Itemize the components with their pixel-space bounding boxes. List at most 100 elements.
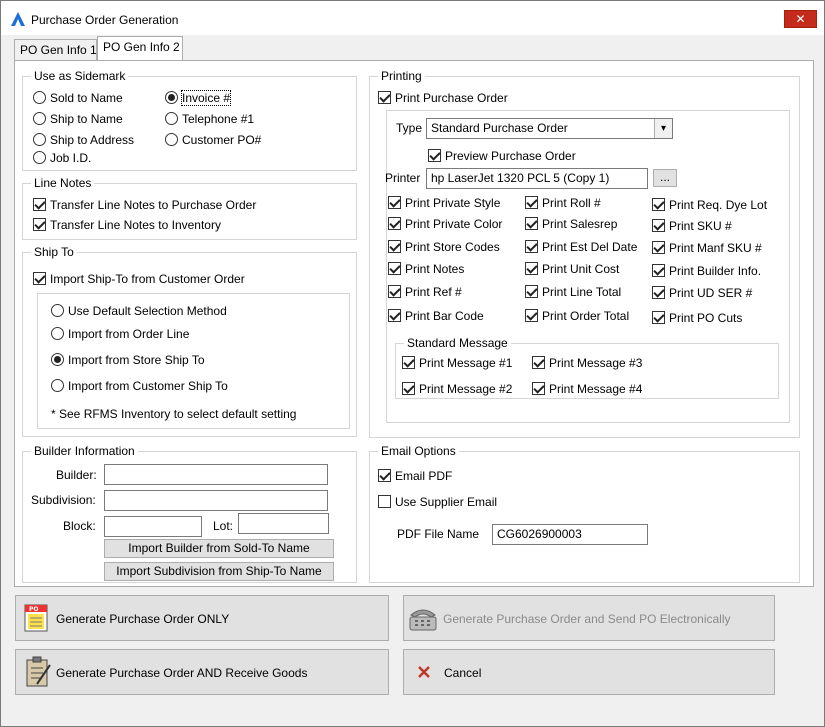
radio-label: Ship to Address (50, 133, 135, 147)
checkbox-transfer-notes-po[interactable]: Transfer Line Notes to Purchase Order (33, 198, 256, 212)
radio-ship-to-name[interactable]: Ship to Name (33, 112, 123, 126)
radio-import-order-line[interactable]: Import from Order Line (51, 327, 189, 341)
radio-import-store-ship-to[interactable]: Import from Store Ship To (51, 353, 205, 367)
radio-ship-to-address[interactable]: Ship to Address (33, 133, 134, 147)
type-select[interactable]: Standard Purchase Order ▾ (426, 118, 673, 139)
email-options-group: Email Options Email PDF Use Supplier Ema… (369, 444, 800, 583)
checkbox-box (388, 309, 401, 322)
checkbox-box (378, 469, 391, 482)
checkbox-use-supplier-email[interactable]: Use Supplier Email (378, 495, 497, 509)
checkbox-label: Transfer Line Notes to Inventory (50, 218, 221, 232)
pdf-file-name-input[interactable]: CG6026900003 (492, 524, 648, 545)
checkbox-print-message-4[interactable]: Print Message #4 (532, 382, 642, 396)
checkbox-box (388, 262, 401, 275)
radio-telephone-1[interactable]: Telephone #1 (165, 112, 254, 126)
generate-po-receive-goods-button[interactable]: Generate Purchase Order AND Receive Good… (15, 649, 389, 695)
checkbox-preview-po[interactable]: Preview Purchase Order (428, 149, 576, 163)
checkbox-label: Print Order Total (542, 309, 630, 323)
radio-default-selection[interactable]: Use Default Selection Method (51, 304, 227, 318)
checkbox-print-sku[interactable]: Print SKU # (652, 219, 732, 233)
checkbox-box (428, 149, 441, 162)
checkbox-label: Print Private Color (405, 217, 503, 231)
radio-invoice[interactable]: Invoice # (165, 90, 232, 106)
checkbox-label: Print Message #3 (549, 356, 643, 370)
checkbox-print-message-3[interactable]: Print Message #3 (532, 356, 642, 370)
checkbox-print-manf-sku[interactable]: Print Manf SKU # (652, 241, 762, 255)
checkbox-print-store-codes[interactable]: Print Store Codes (388, 240, 500, 254)
printer-browse-button[interactable]: ... (653, 169, 677, 187)
checkbox-email-pdf[interactable]: Email PDF (378, 469, 452, 483)
pdf-file-name-label: PDF File Name (397, 527, 480, 541)
checkbox-print-est-del-date[interactable]: Print Est Del Date (525, 240, 637, 254)
checkbox-label: Print Bar Code (405, 309, 484, 323)
builder-group: Builder Information Builder: Subdivision… (22, 444, 357, 583)
printer-input[interactable]: hp LaserJet 1320 PCL 5 (Copy 1) (426, 168, 648, 189)
checkbox-print-message-2[interactable]: Print Message #2 (402, 382, 512, 396)
ship-to-method-box: Use Default Selection Method Import from… (37, 293, 350, 429)
tab-label: PO Gen Info 2 (103, 40, 180, 54)
email-options-title: Email Options (378, 444, 459, 458)
checkbox-print-order-total[interactable]: Print Order Total (525, 309, 629, 323)
subdivision-input[interactable] (104, 490, 328, 511)
checkbox-print-ud-ser[interactable]: Print UD SER # (652, 286, 752, 300)
checkbox-print-ref[interactable]: Print Ref # (388, 285, 462, 299)
radio-label: Job I.D. (50, 151, 92, 165)
block-input[interactable] (104, 516, 202, 537)
checkbox-box (388, 285, 401, 298)
checkbox-print-builder-info[interactable]: Print Builder Info. (652, 264, 761, 278)
checkbox-box (388, 217, 401, 230)
tab-panel: Use as Sidemark Sold to Name Ship to Nam… (14, 60, 814, 587)
checkbox-print-unit-cost[interactable]: Print Unit Cost (525, 262, 619, 276)
window-title: Purchase Order Generation (31, 13, 179, 27)
tab-po-gen-info-1[interactable]: PO Gen Info 1 (14, 39, 97, 60)
radio-label: Import from Order Line (68, 327, 190, 341)
radio-job-id[interactable]: Job I.D. (33, 151, 91, 165)
line-notes-group: Line Notes Transfer Line Notes to Purcha… (22, 176, 357, 240)
checkbox-box (33, 218, 46, 231)
checkbox-print-po-cuts[interactable]: Print PO Cuts (652, 311, 742, 325)
radio-circle (165, 91, 178, 104)
cancel-button[interactable]: Cancel (403, 649, 775, 695)
generate-po-only-button[interactable]: PO Generate Purchase Order ONLY (15, 595, 389, 641)
radio-customer-po[interactable]: Customer PO# (165, 133, 261, 147)
generate-po-only-label: Generate Purchase Order ONLY (56, 612, 230, 626)
import-builder-button[interactable]: Import Builder from Sold-To Name (104, 539, 334, 558)
type-select-value: Standard Purchase Order (431, 121, 568, 135)
checkbox-box (33, 272, 46, 285)
lot-input[interactable] (238, 513, 329, 534)
checkbox-label: Print Message #1 (419, 356, 513, 370)
printing-title: Printing (378, 69, 425, 83)
standard-message-group: Standard Message Print Message #1 Print … (395, 336, 779, 399)
checkbox-print-message-1[interactable]: Print Message #1 (402, 356, 512, 370)
generate-send-electronic-button[interactable]: Generate Purchase Order and Send PO Elec… (403, 595, 775, 641)
checkbox-label: Print SKU # (669, 219, 732, 233)
checkbox-print-salesrep[interactable]: Print Salesrep (525, 217, 617, 231)
radio-sold-to-name[interactable]: Sold to Name (33, 91, 123, 105)
checkbox-print-purchase-order[interactable]: Print Purchase Order (378, 91, 508, 105)
checkbox-label: Print Store Codes (405, 240, 500, 254)
checkbox-print-private-color[interactable]: Print Private Color (388, 217, 502, 231)
checkbox-print-private-style[interactable]: Print Private Style (388, 196, 500, 210)
checkbox-print-roll[interactable]: Print Roll # (525, 196, 601, 210)
checkbox-label: Print Notes (405, 262, 465, 276)
checkbox-transfer-notes-inventory[interactable]: Transfer Line Notes to Inventory (33, 218, 221, 232)
checkbox-box (388, 196, 401, 209)
checkbox-box (652, 311, 665, 324)
chevron-down-icon[interactable]: ▾ (654, 119, 672, 138)
checkbox-box (652, 219, 665, 232)
checkbox-print-line-total[interactable]: Print Line Total (525, 285, 621, 299)
checkbox-print-bar-code[interactable]: Print Bar Code (388, 309, 484, 323)
radio-circle (33, 91, 46, 104)
checkbox-print-notes[interactable]: Print Notes (388, 262, 464, 276)
checkbox-box (402, 382, 415, 395)
ship-to-note: * See RFMS Inventory to select default s… (51, 407, 297, 421)
radio-label: Invoice # (180, 90, 232, 106)
builder-input[interactable] (104, 464, 328, 485)
tab-po-gen-info-2[interactable]: PO Gen Info 2 (97, 36, 183, 60)
import-subdivision-button[interactable]: Import Subdivision from Ship-To Name (104, 562, 334, 581)
checkbox-label: Email PDF (395, 469, 453, 483)
close-button[interactable]: ✕ (784, 10, 817, 28)
radio-import-customer-ship-to[interactable]: Import from Customer Ship To (51, 379, 228, 393)
checkbox-print-req-dye-lot[interactable]: Print Req. Dye Lot (652, 198, 767, 212)
checkbox-import-ship-to[interactable]: Import Ship-To from Customer Order (33, 272, 245, 286)
